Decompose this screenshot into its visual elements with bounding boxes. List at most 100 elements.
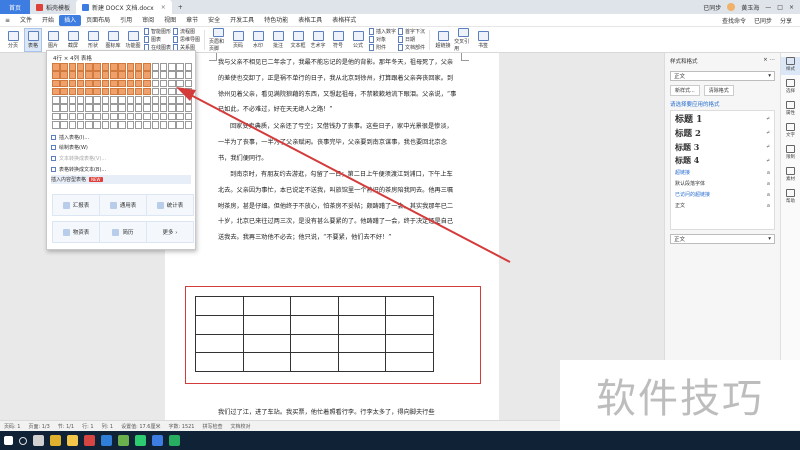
document-table[interactable] [195, 296, 434, 372]
grid-cell[interactable] [159, 112, 168, 121]
grid-cell[interactable] [159, 96, 168, 104]
grid-cell[interactable] [184, 79, 193, 88]
grid-cell[interactable] [60, 112, 68, 121]
grid-cell[interactable] [118, 87, 126, 96]
grid-cell[interactable] [151, 63, 160, 71]
grid-cell[interactable] [151, 87, 160, 96]
grid-cell[interactable] [159, 121, 168, 129]
grid-cell[interactable] [184, 63, 193, 71]
grid-cell[interactable] [60, 87, 68, 96]
grid-cell[interactable] [168, 79, 176, 88]
grid-cell[interactable] [76, 63, 85, 71]
template-1[interactable]: 通用表 [99, 194, 147, 216]
side-tool-2[interactable]: 属性 [781, 101, 800, 119]
grid-cell[interactable] [68, 121, 77, 129]
grid-cell[interactable] [184, 87, 193, 96]
ribbon-smart-item-0[interactable]: 智能图形 [144, 28, 171, 35]
ribbon-insert-button-3[interactable]: 截屏 [64, 28, 82, 52]
close-window-icon[interactable]: × [789, 4, 794, 11]
ribbon-header-button-6[interactable]: 符号 [329, 28, 347, 52]
ribbon-insert-button-4[interactable]: 形状 [84, 28, 102, 52]
grid-cell[interactable] [143, 121, 151, 129]
grid-cell[interactable] [52, 87, 60, 96]
table-cell[interactable] [242, 296, 292, 316]
dropdown-item-4[interactable]: 插入内容型表格 NEW [51, 175, 191, 184]
tab-home[interactable]: 首页 [0, 0, 30, 14]
grid-cell[interactable] [85, 87, 93, 96]
grid-cell[interactable] [168, 104, 176, 112]
table-cell[interactable] [195, 314, 244, 335]
grid-cell[interactable] [52, 121, 60, 129]
grid-cell[interactable] [134, 79, 143, 88]
table-cell[interactable] [195, 333, 244, 354]
ribbon-insert-button-0[interactable]: 分页 [4, 28, 22, 52]
template-4[interactable]: 简历 [99, 221, 147, 243]
dropdown-item-3[interactable]: 表格转换成文本(B)... [51, 165, 191, 174]
status-item-7[interactable]: 拼写检查 [202, 423, 222, 430]
chrome-icon[interactable] [50, 435, 61, 446]
grid-cell[interactable] [184, 121, 193, 129]
grid-cell[interactable] [60, 79, 68, 88]
style-item-3[interactable]: 标题 4 ↵ [671, 154, 774, 167]
ribbon-link-button-1[interactable]: 交叉引用 [454, 27, 472, 52]
paragraph-4[interactable]: 我们过了江，进了车站。我买票，他忙着照看行李。行李太多了，得向脚夫行些 [218, 407, 458, 416]
ribbon-insert-button-5[interactable]: 图标库 [104, 28, 122, 52]
document-page[interactable]: 我与父亲不相见已二年余了，我最不能忘记的是他的背影。那年冬天，祖母死了，父亲的差… [165, 53, 499, 420]
ribbon-header-button-5[interactable]: 艺术字 [309, 28, 327, 52]
grid-cell[interactable] [101, 112, 110, 121]
table-cell[interactable] [385, 352, 434, 372]
grid-cell[interactable] [126, 87, 135, 96]
user-name[interactable]: 黄玉海 [741, 3, 759, 12]
ribbon-insert-button-1[interactable]: 表格 [24, 27, 42, 52]
ribbon-smart-item-1[interactable]: 图表 [144, 36, 171, 43]
table-cell[interactable] [385, 314, 434, 335]
grid-cell[interactable] [52, 63, 60, 71]
start-icon[interactable] [4, 436, 13, 445]
grid-cell[interactable] [118, 112, 126, 121]
style-item-5[interactable]: 默认段落字体 a [671, 178, 774, 189]
grid-cell[interactable] [110, 87, 118, 96]
grid-cell[interactable] [184, 112, 193, 121]
grid-cell[interactable] [110, 112, 118, 121]
grid-cell[interactable] [68, 79, 77, 88]
menu-item-4[interactable]: 引用 [115, 15, 137, 26]
grid-cell[interactable] [134, 87, 143, 96]
grid-cell[interactable] [110, 121, 118, 129]
clear-format-button[interactable]: 清除格式 [703, 85, 734, 96]
grid-cell[interactable] [134, 71, 143, 79]
ribbon-header-button-1[interactable]: 页码 [229, 28, 247, 52]
grid-cell[interactable] [126, 96, 135, 104]
grid-cell[interactable] [101, 79, 110, 88]
grid-cell[interactable] [168, 96, 176, 104]
style-filter-select[interactable]: 正文 ▾ [670, 234, 775, 244]
menu-sync[interactable]: 已同步 [754, 16, 772, 25]
grid-cell[interactable] [176, 63, 184, 71]
ribbon-dropcap-item-2[interactable]: 文档部件 [398, 44, 425, 51]
grid-cell[interactable] [176, 121, 184, 129]
grid-cell[interactable] [110, 96, 118, 104]
grid-cell[interactable] [110, 71, 118, 79]
style-item-1[interactable]: 标题 2 ↵ [671, 126, 774, 140]
grid-cell[interactable] [76, 96, 85, 104]
menu-item-9[interactable]: 开发工具 [225, 15, 259, 26]
ribbon-header-button-4[interactable]: 文本框 [289, 28, 307, 52]
grid-cell[interactable] [134, 112, 143, 121]
menu-item-10[interactable]: 特色功能 [259, 15, 293, 26]
menu-item-0[interactable]: 文件 [15, 15, 37, 26]
grid-cell[interactable] [101, 87, 110, 96]
grid-cell[interactable] [143, 96, 151, 104]
grid-cell[interactable] [85, 121, 93, 129]
menu-item-6[interactable]: 视图 [159, 15, 181, 26]
table-cell[interactable] [242, 333, 292, 354]
grid-cell[interactable] [76, 112, 85, 121]
grid-cell[interactable] [118, 121, 126, 129]
ribbon-header-button-0[interactable]: 页眉和页脚 [209, 27, 227, 52]
paragraph-3[interactable]: 到南京时，有朋友约去游逛，勾留了一日；第二日上午便须渡江到浦口，下午上车北去。父… [218, 167, 458, 246]
search-icon[interactable] [19, 436, 27, 445]
new-style-button[interactable]: 新样式... [670, 85, 700, 96]
grid-cell[interactable] [76, 121, 85, 129]
grid-cell[interactable] [176, 112, 184, 121]
wps-icon[interactable] [84, 435, 95, 446]
grid-cell[interactable] [60, 121, 68, 129]
side-tool-5[interactable]: 素材 [781, 167, 800, 185]
